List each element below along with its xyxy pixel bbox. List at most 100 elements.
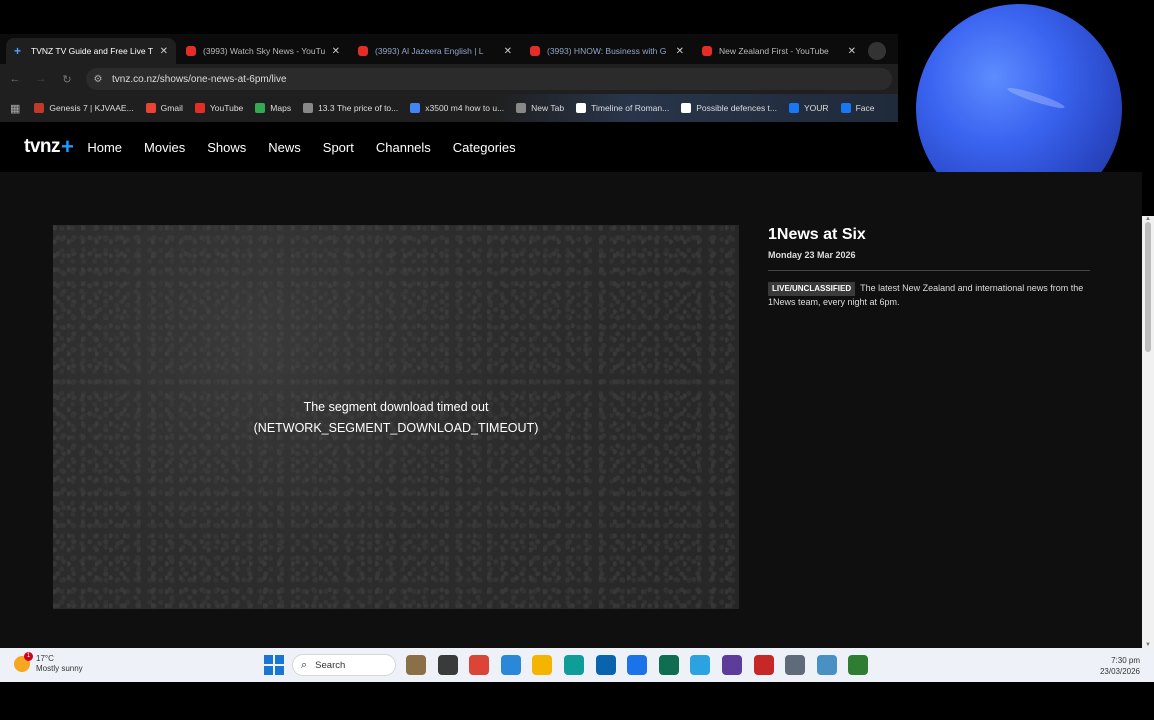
site-info-icon[interactable]: ⚙ bbox=[88, 74, 108, 85]
youtube-icon bbox=[530, 46, 540, 56]
close-icon[interactable]: ✕ bbox=[160, 46, 168, 57]
new-tab-button[interactable] bbox=[868, 42, 886, 60]
nav-news[interactable]: News bbox=[268, 140, 301, 155]
bookmark-icon bbox=[34, 103, 45, 113]
address-bar[interactable]: ⚙ tvnz.co.nz/shows/one-news-at-6pm/live bbox=[86, 68, 892, 90]
show-info-panel: 1News at Six Monday 23 Mar 2026 LIVE/UNC… bbox=[768, 226, 1090, 308]
bookmark-item[interactable]: Genesis 7 | KJVAAE... bbox=[34, 103, 134, 113]
bookmark-item[interactable]: Maps bbox=[255, 103, 291, 113]
facebook-icon bbox=[840, 103, 851, 113]
outlook-icon[interactable] bbox=[595, 655, 616, 675]
tab-al-jazeera[interactable]: (3993) Al Jazeera English | L ✕ bbox=[350, 38, 520, 64]
tab-title: New Zealand First - YouTube bbox=[719, 46, 829, 56]
settings-app-icon[interactable] bbox=[848, 655, 869, 675]
youtube-icon bbox=[186, 46, 196, 56]
bookmark-list: Genesis 7 | KJVAAE... Gmail YouTube Maps 13.… bbox=[34, 103, 886, 113]
nav-home[interactable]: Home bbox=[87, 140, 122, 155]
tvnz-logo[interactable]: tvnz + bbox=[24, 134, 74, 160]
search-label: Search bbox=[315, 659, 346, 671]
nav-sport[interactable]: Sport bbox=[323, 140, 354, 155]
system-clock[interactable]: 7:30 pm 23/03/2026 bbox=[1100, 655, 1140, 677]
bookmark-item[interactable]: 13.3 The price of to... bbox=[303, 103, 398, 113]
show-description-block: LIVE/UNCLASSIFIED The latest New Zealand … bbox=[768, 282, 1090, 308]
bookmark-item[interactable]: New Tab bbox=[516, 103, 564, 113]
wikipedia-icon bbox=[576, 103, 587, 113]
tab-hnow[interactable]: (3993) HNOW: Business with G ✕ bbox=[522, 38, 692, 64]
close-icon[interactable]: ✕ bbox=[848, 46, 856, 57]
bookmark-label: New Tab bbox=[531, 103, 565, 113]
telegram-icon[interactable] bbox=[690, 655, 711, 675]
bookmark-item[interactable]: Timeline of Roman... bbox=[576, 103, 669, 113]
purple-app-icon[interactable] bbox=[721, 655, 742, 675]
tab-title: TVNZ TV Guide and Free Live T bbox=[31, 46, 154, 56]
tab-sky-news[interactable]: (3993) Watch Sky News - YouTu ✕ bbox=[178, 38, 348, 64]
bookmark-label: Genesis 7 | KJVAAE... bbox=[49, 103, 134, 113]
page-icon bbox=[516, 103, 527, 113]
globe-app-icon[interactable] bbox=[816, 655, 837, 675]
notification-badge: 1 bbox=[24, 652, 33, 661]
video-player[interactable]: The segment download timed out (NETWORK_… bbox=[53, 225, 739, 609]
apps-grid-icon[interactable]: ▦ bbox=[10, 102, 20, 115]
scrollbar-thumb[interactable] bbox=[1145, 222, 1151, 352]
player-error: The segment download timed out (NETWORK_… bbox=[53, 397, 739, 439]
back-icon[interactable]: ← bbox=[4, 68, 26, 90]
taskbar-apps: ⌕ Search bbox=[264, 654, 880, 676]
facebook-icon bbox=[789, 103, 799, 113]
main-nav: Home Movies Shows News Sport Channels Ca… bbox=[87, 140, 537, 155]
page-icon bbox=[303, 103, 314, 113]
page-scrollbar[interactable]: ▲ ▼ bbox=[1142, 216, 1154, 648]
bookmark-item[interactable]: Gmail bbox=[145, 103, 183, 113]
file-explorer-icon[interactable] bbox=[437, 655, 458, 675]
bookmark-item[interactable]: Possible defences t... bbox=[681, 103, 777, 113]
tab-tvnz[interactable]: + TVNZ TV Guide and Free Live T ✕ bbox=[6, 38, 176, 64]
tab-nz-first[interactable]: New Zealand First - YouTube ✕ bbox=[694, 38, 864, 64]
bookmarks-bar: ▦ Genesis 7 | KJVAAE... Gmail YouTube Maps 1… bbox=[0, 94, 898, 122]
bookmark-item[interactable]: Face bbox=[840, 103, 875, 113]
gmail-icon bbox=[145, 103, 156, 113]
bookmark-label: Possible defences t... bbox=[696, 103, 777, 113]
taskbar-search[interactable]: ⌕ Search bbox=[292, 654, 396, 676]
close-icon[interactable]: ✕ bbox=[676, 46, 684, 57]
nav-shows[interactable]: Shows bbox=[207, 140, 246, 155]
reload-icon[interactable]: ↻ bbox=[56, 68, 78, 90]
weather-widget[interactable]: 1 17°C Mostly sunny bbox=[14, 652, 83, 674]
bookmark-label: x3500 m4 how to u... bbox=[425, 103, 505, 113]
folder-icon[interactable] bbox=[532, 655, 553, 675]
forward-icon[interactable]: → bbox=[30, 68, 52, 90]
weather-temp: 17°C bbox=[36, 654, 54, 663]
red-app-icon[interactable] bbox=[753, 655, 774, 675]
bookmark-item[interactable]: YOUR bbox=[789, 103, 829, 113]
planet-cloud-band bbox=[1006, 84, 1066, 112]
youtube-icon bbox=[194, 103, 205, 113]
news-widget-icon[interactable] bbox=[406, 655, 426, 675]
show-title: 1News at Six bbox=[768, 226, 866, 243]
youtube-icon bbox=[358, 46, 368, 56]
gamepad-icon[interactable] bbox=[785, 655, 806, 675]
windows-start-icon[interactable] bbox=[264, 655, 284, 675]
copilot-icon[interactable] bbox=[500, 655, 521, 675]
edge-icon[interactable] bbox=[563, 655, 584, 675]
browser-toolbar: ← → ↻ ⚙ tvnz.co.nz/shows/one-news-at-6pm… bbox=[0, 64, 898, 94]
nav-channels[interactable]: Channels bbox=[376, 140, 431, 155]
bookmark-label: Face bbox=[855, 103, 875, 113]
chat-app-icon[interactable] bbox=[658, 655, 679, 675]
clock-time: 7:30 pm bbox=[1111, 656, 1140, 665]
close-icon[interactable]: ✕ bbox=[504, 46, 512, 57]
bookmark-item[interactable]: x3500 m4 how to u... bbox=[410, 103, 504, 113]
logo-text: tvnz bbox=[24, 136, 61, 157]
nav-categories[interactable]: Categories bbox=[453, 140, 516, 155]
browser-chrome: + TVNZ TV Guide and Free Live T ✕ (3993)… bbox=[0, 34, 898, 122]
maps-icon bbox=[255, 103, 266, 113]
site-header: tvnz + Home Movies Shows News Sport Chann… bbox=[0, 122, 898, 172]
bookmark-label: YouTube bbox=[209, 103, 244, 113]
show-date: Monday 23 Mar 2026 bbox=[768, 250, 1090, 271]
clock-date: 23/03/2026 bbox=[1099, 667, 1140, 676]
search-icon: ⌕ bbox=[301, 658, 308, 671]
chrome-icon[interactable] bbox=[469, 655, 490, 675]
classification-badge: LIVE/UNCLASSIFIED bbox=[768, 282, 856, 296]
error-code: (NETWORK_SEGMENT_DOWNLOAD_TIMEOUT) bbox=[253, 421, 539, 435]
store-icon[interactable] bbox=[627, 655, 648, 675]
close-icon[interactable]: ✕ bbox=[332, 46, 340, 57]
bookmark-item[interactable]: YouTube bbox=[194, 103, 244, 113]
nav-movies[interactable]: Movies bbox=[144, 140, 185, 155]
